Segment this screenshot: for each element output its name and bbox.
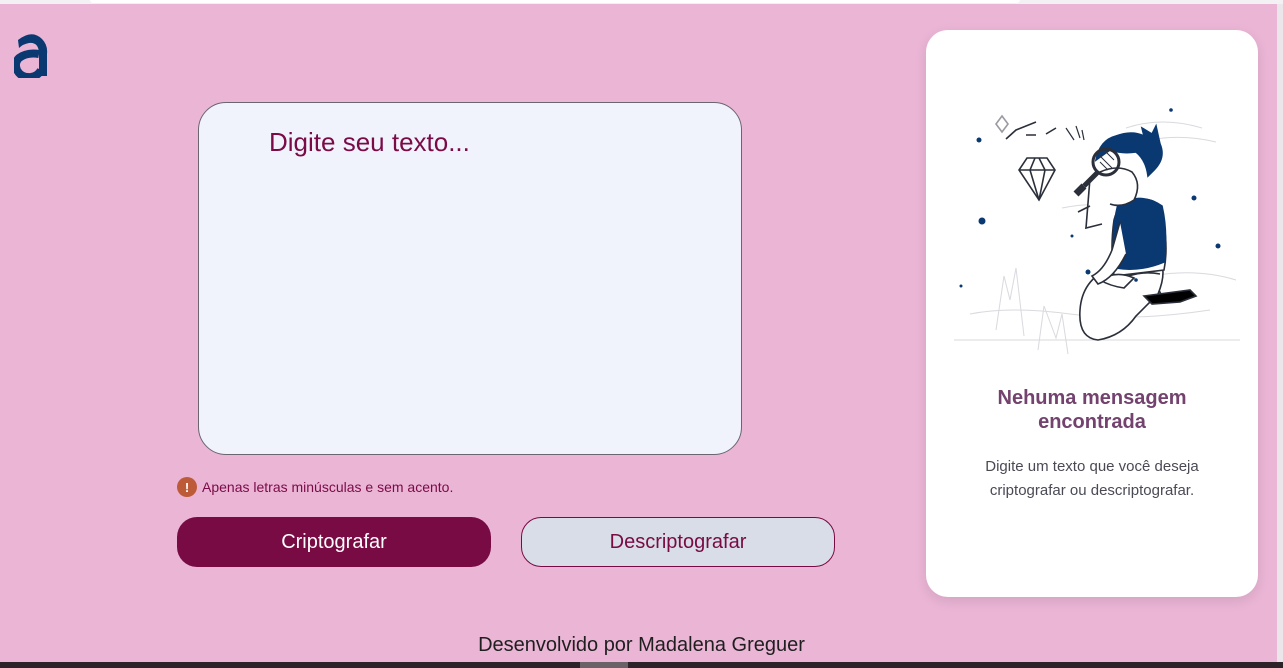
- page-scrollbar[interactable]: [1277, 4, 1283, 662]
- footer-credit: Desenvolvido por Madalena Greguer: [478, 634, 805, 656]
- scrollbar-thumb[interactable]: [580, 662, 628, 668]
- empty-state-title: Nehuma mensagem encontrada: [997, 387, 1187, 433]
- exclamation-icon: !: [177, 477, 197, 497]
- logo-icon[interactable]: [11, 30, 50, 82]
- bottom-scrollbar[interactable]: [0, 662, 1283, 668]
- input-hint: ! Apenas letras minúsculas e sem acento.: [177, 477, 453, 497]
- browser-top-edge: [0, 0, 1283, 4]
- browser-tab-strip: [90, 0, 1020, 3]
- hint-text: Apenas letras minúsculas e sem acento.: [202, 479, 454, 495]
- decrypt-button[interactable]: Descriptografar: [521, 517, 835, 567]
- encrypt-button[interactable]: Criptografar: [177, 517, 491, 567]
- message-input[interactable]: [198, 102, 742, 455]
- output-panel: Nehuma mensagem encontrada Digite um tex…: [926, 30, 1258, 597]
- empty-state-illustration: [954, 108, 1240, 355]
- empty-state-description: Digite um texto que você deseja criptogr…: [985, 458, 1199, 499]
